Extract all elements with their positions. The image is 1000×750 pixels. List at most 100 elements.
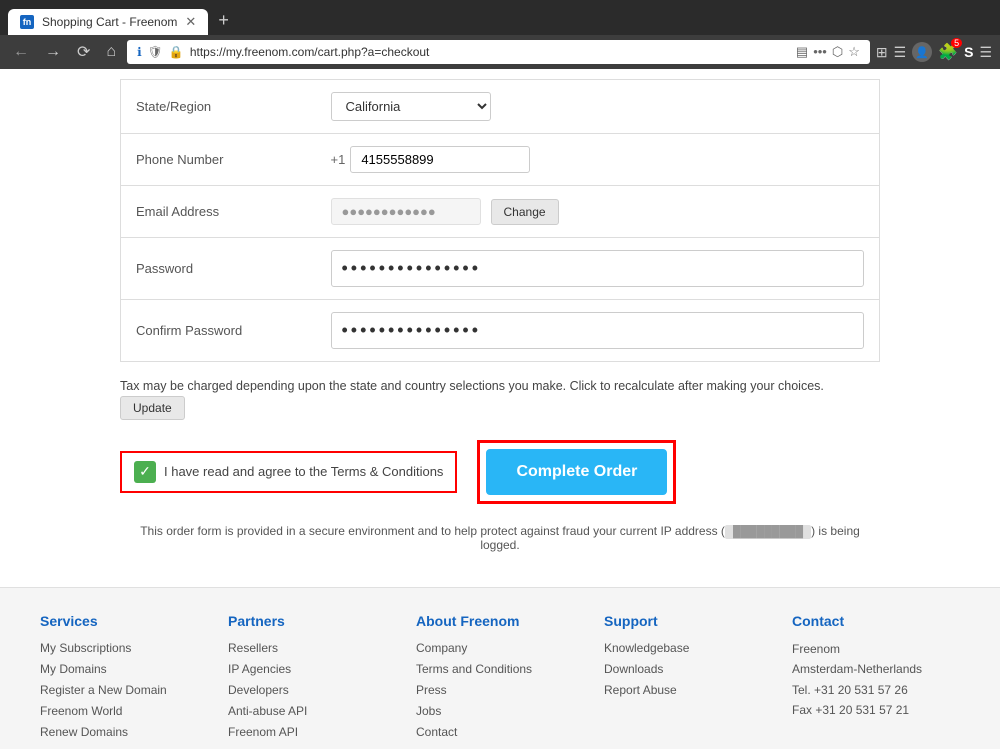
state-label: State/Region bbox=[121, 80, 321, 134]
contact-link[interactable]: Contact bbox=[416, 725, 457, 739]
list-item: Anti-abuse API bbox=[228, 702, 396, 718]
agreement-text: I have read and agree to the Terms & Con… bbox=[164, 464, 443, 479]
state-select[interactable]: California bbox=[331, 92, 491, 121]
phone-input[interactable] bbox=[350, 146, 530, 173]
browser-chrome: fn Shopping Cart - Freenom ✕ + bbox=[0, 0, 1000, 35]
footer: Services My Subscriptions My Domains Reg… bbox=[0, 587, 1000, 749]
press-link[interactable]: Press bbox=[416, 683, 447, 697]
new-tab-button[interactable]: + bbox=[210, 6, 237, 35]
ip-agencies-link[interactable]: IP Agencies bbox=[228, 662, 291, 676]
footer-support-heading: Support bbox=[604, 613, 772, 629]
footer-about: About Freenom Company Terms and Conditio… bbox=[416, 613, 584, 744]
password-input[interactable] bbox=[331, 250, 865, 287]
page-content: State/Region California Phone Number +1 bbox=[0, 69, 1000, 749]
list-item: Resellers bbox=[228, 639, 396, 655]
reload-button[interactable]: ⟳ bbox=[72, 40, 95, 64]
forward-button[interactable]: → bbox=[40, 41, 66, 63]
list-item: My Domains bbox=[40, 660, 208, 676]
menu-button[interactable]: ☰ bbox=[979, 44, 992, 61]
change-email-button[interactable]: Change bbox=[491, 199, 559, 225]
footer-grid: Services My Subscriptions My Domains Reg… bbox=[40, 613, 960, 744]
list-item: Register a New Domain bbox=[40, 681, 208, 697]
password-row: Password bbox=[121, 238, 880, 300]
confirm-password-row: Confirm Password bbox=[121, 300, 880, 362]
url-text: https://my.freenom.com/cart.php?a=checko… bbox=[190, 45, 430, 59]
tab-favicon: fn bbox=[20, 15, 34, 29]
phone-row: Phone Number +1 bbox=[121, 134, 880, 186]
sync-icon[interactable]: S bbox=[964, 44, 973, 60]
tax-section: Tax may be charged depending upon the st… bbox=[120, 377, 880, 420]
footer-contact: Contact Freenom Amsterdam-Netherlands Te… bbox=[792, 613, 960, 744]
footer-services-heading: Services bbox=[40, 613, 208, 629]
extensions-icon[interactable]: 🧩5 bbox=[938, 42, 958, 62]
complete-order-button[interactable]: Complete Order bbox=[486, 449, 667, 495]
email-cell: ●●●●●●●●●●●● Change bbox=[321, 186, 880, 238]
security-shield-icon: 🛡 bbox=[148, 45, 163, 59]
update-button[interactable]: Update bbox=[120, 396, 185, 420]
renew-domains-link[interactable]: Renew Domains bbox=[40, 725, 128, 739]
synced-tabs-icon[interactable]: ☰ bbox=[894, 44, 907, 61]
list-item: Freenom API bbox=[228, 723, 396, 739]
more-icon[interactable]: ••• bbox=[813, 44, 827, 60]
tab-close-button[interactable]: ✕ bbox=[185, 14, 196, 30]
agreement-section: ✓ I have read and agree to the Terms & C… bbox=[120, 440, 880, 504]
reader-mode-icon[interactable]: ▤ bbox=[796, 44, 808, 60]
list-item: Knowledgebase bbox=[604, 639, 772, 655]
knowledgebase-link[interactable]: Knowledgebase bbox=[604, 641, 689, 655]
freenom-api-link[interactable]: Freenom API bbox=[228, 725, 298, 739]
register-domain-link[interactable]: Register a New Domain bbox=[40, 683, 167, 697]
lock-icon: 🔒 bbox=[169, 45, 184, 59]
complete-order-wrapper: Complete Order bbox=[477, 440, 676, 504]
footer-about-list: Company Terms and Conditions Press Jobs … bbox=[416, 639, 584, 739]
freenom-world-link[interactable]: Freenom World bbox=[40, 704, 122, 718]
list-item: Freenom World bbox=[40, 702, 208, 718]
confirm-password-cell bbox=[321, 300, 880, 362]
address-bar-icons: ▤ ••• ⬡ ☆ bbox=[796, 44, 860, 60]
company-link[interactable]: Company bbox=[416, 641, 467, 655]
list-item: Downloads bbox=[604, 660, 772, 676]
ip-address-masked: █████████ bbox=[725, 525, 811, 539]
email-masked: ●●●●●●●●●●●● bbox=[331, 198, 481, 225]
contact-fax: Fax +31 20 531 57 21 bbox=[792, 703, 909, 717]
list-item: Renew Domains bbox=[40, 723, 208, 739]
contact-address: Amsterdam-Netherlands bbox=[792, 662, 922, 676]
footer-partners: Partners Resellers IP Agencies Developer… bbox=[228, 613, 396, 744]
library-icon[interactable]: ⊞ bbox=[876, 44, 888, 61]
checkout-form: State/Region California Phone Number +1 bbox=[100, 69, 900, 587]
list-item: Developers bbox=[228, 681, 396, 697]
footer-contact-heading: Contact bbox=[792, 613, 960, 629]
list-item: Jobs bbox=[416, 702, 584, 718]
terms-checkbox-wrapper: ✓ I have read and agree to the Terms & C… bbox=[120, 451, 457, 493]
contact-tel: Tel. +31 20 531 57 26 bbox=[792, 683, 908, 697]
footer-services-list: My Subscriptions My Domains Register a N… bbox=[40, 639, 208, 739]
report-abuse-link[interactable]: Report Abuse bbox=[604, 683, 677, 697]
state-select-wrapper: California bbox=[331, 92, 865, 121]
security-notice: This order form is provided in a secure … bbox=[120, 524, 880, 552]
resellers-link[interactable]: Resellers bbox=[228, 641, 278, 655]
browser-tabs: fn Shopping Cart - Freenom ✕ + bbox=[8, 6, 992, 35]
state-row: State/Region California bbox=[121, 80, 880, 134]
pocket-icon[interactable]: ⬡ bbox=[832, 44, 843, 60]
phone-wrapper: +1 bbox=[331, 146, 865, 173]
my-domains-link[interactable]: My Domains bbox=[40, 662, 107, 676]
active-tab[interactable]: fn Shopping Cart - Freenom ✕ bbox=[8, 9, 208, 35]
jobs-link[interactable]: Jobs bbox=[416, 704, 441, 718]
back-button[interactable]: ← bbox=[8, 41, 34, 63]
footer-about-heading: About Freenom bbox=[416, 613, 584, 629]
terms-link[interactable]: Terms and Conditions bbox=[416, 662, 532, 676]
address-bar[interactable]: ℹ 🛡 🔒 https://my.freenom.com/cart.php?a=… bbox=[127, 40, 870, 64]
footer-support-list: Knowledgebase Downloads Report Abuse bbox=[604, 639, 772, 697]
terms-checkbox[interactable]: ✓ bbox=[134, 461, 156, 483]
list-item: My Subscriptions bbox=[40, 639, 208, 655]
avatar-icon[interactable]: 👤 bbox=[912, 42, 932, 62]
downloads-link[interactable]: Downloads bbox=[604, 662, 663, 676]
star-icon[interactable]: ☆ bbox=[848, 44, 860, 60]
my-subscriptions-link[interactable]: My Subscriptions bbox=[40, 641, 131, 655]
developers-link[interactable]: Developers bbox=[228, 683, 289, 697]
anti-abuse-api-link[interactable]: Anti-abuse API bbox=[228, 704, 307, 718]
confirm-password-input[interactable] bbox=[331, 312, 865, 349]
home-button[interactable]: ⌂ bbox=[101, 41, 121, 63]
list-item: Terms and Conditions bbox=[416, 660, 584, 676]
list-item: Report Abuse bbox=[604, 681, 772, 697]
password-label: Password bbox=[121, 238, 321, 300]
